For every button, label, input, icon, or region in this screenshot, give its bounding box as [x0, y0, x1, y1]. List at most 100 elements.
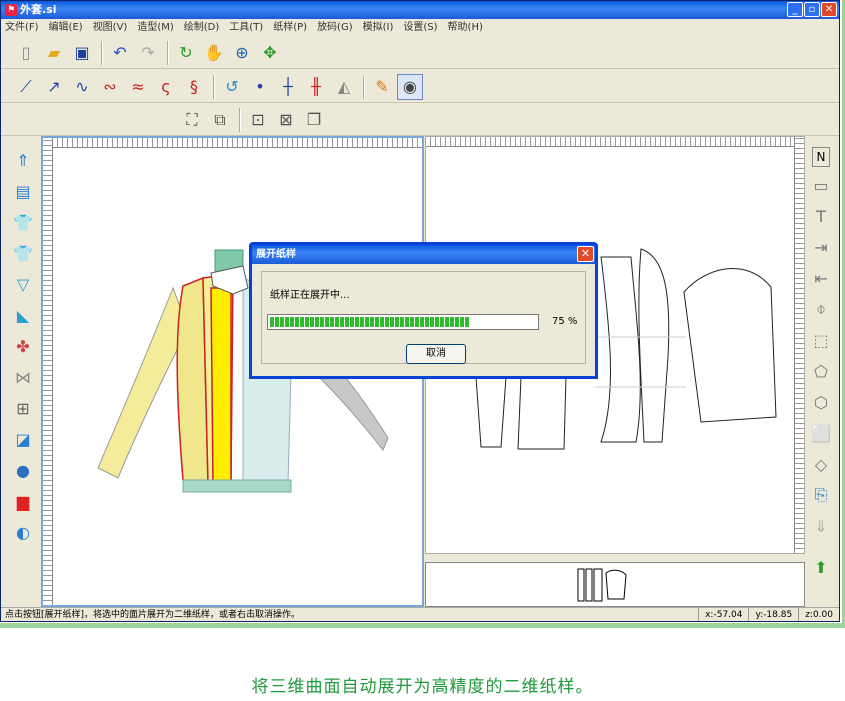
model-layers-icon[interactable]: ▤	[10, 178, 36, 204]
unfold-pattern-icon[interactable]: ⛶	[179, 107, 205, 133]
cut-curve-icon[interactable]: ς	[153, 74, 179, 100]
color-gradient-icon[interactable]: ▆	[10, 488, 36, 514]
texture-icon[interactable]: ◪	[10, 426, 36, 452]
cancel-button[interactable]: 取消	[406, 344, 466, 364]
toolbar-separator	[167, 40, 169, 65]
pattern-edit-icon[interactable]: ⊠	[273, 107, 299, 133]
mirror-icon[interactable]: ◭	[331, 74, 357, 100]
app-window: ⚑ 外套.si _ ▫ ✕ 文件(F) 编辑(E) 视图(V) 造型(M) 绘制…	[0, 0, 840, 622]
menu-view[interactable]: 视图(V)	[93, 19, 128, 37]
thumbnail-preview	[577, 568, 627, 602]
pattern-toolbar: ⛶ ⧉ ⊡ ⊠ ❐	[1, 104, 839, 136]
view-pattern-icon[interactable]: ◉	[397, 73, 423, 100]
garment-front-icon[interactable]: 👕	[10, 209, 36, 235]
menu-bar: 文件(F) 编辑(E) 视图(V) 造型(M) 绘制(D) 工具(T) 纸样(P…	[1, 19, 839, 37]
model-up-icon[interactable]: ⇑	[10, 147, 36, 173]
progress-fill	[270, 317, 470, 327]
menu-settings[interactable]: 设置(S)	[403, 19, 437, 37]
measure-left-icon[interactable]: ⇥	[808, 234, 834, 260]
open-folder-icon[interactable]: ▰	[41, 40, 67, 66]
select-panel-icon[interactable]: ⊞	[10, 395, 36, 421]
pattern-piece	[638, 248, 670, 443]
menu-model[interactable]: 造型(M)	[137, 19, 173, 37]
redo-icon[interactable]: ↷	[135, 40, 161, 66]
save-icon[interactable]: ▣	[69, 40, 95, 66]
pattern-copy-icon[interactable]: ❐	[301, 107, 327, 133]
progress-percent: 75 %	[552, 316, 578, 327]
status-bar: 点击按钮[展开纸样]，将选中的面片展开为二维纸样，或者右击取消操作。 x:-57…	[1, 607, 839, 621]
menu-help[interactable]: 帮助(H)	[448, 19, 483, 37]
rectangle-tool-icon[interactable]: ▭	[808, 172, 834, 198]
coord-z: z:0.00	[798, 608, 839, 621]
dotted-frame-icon[interactable]: ⬜	[808, 420, 834, 446]
point-tool-icon[interactable]: •	[247, 74, 273, 100]
main-toolbar: ▯ ▰ ▣ ↶ ↷ ↻ ✋ ⊕ ✥	[1, 37, 839, 69]
pencil-curve-icon[interactable]: ↺	[219, 74, 245, 100]
caption: 将三维曲面自动展开为高精度的二维纸样。	[251, 677, 594, 697]
garment-assembly-icon[interactable]: ✤	[10, 333, 36, 359]
text-tool-icon[interactable]: T	[808, 203, 834, 229]
arrow-down-icon[interactable]: ⇓	[808, 513, 834, 539]
pattern-check-icon[interactable]: ⊡	[245, 107, 271, 133]
menu-tools[interactable]: 工具(T)	[229, 19, 263, 37]
menu-file[interactable]: 文件(F)	[5, 19, 39, 37]
minimize-button[interactable]: _	[787, 2, 803, 17]
close-button[interactable]: ✕	[821, 2, 837, 17]
curve-adjust-icon[interactable]: ≈	[125, 74, 151, 100]
panel-icon[interactable]: ◣	[10, 302, 36, 328]
pattern-thumbnail-strip[interactable]	[425, 562, 805, 607]
toolbar-separator	[101, 40, 103, 65]
garment-back-icon[interactable]: 👕	[10, 240, 36, 266]
unfold-pattern-dialog: 展开纸样 ✕ 纸样正在展开中... 75 % 取消	[249, 242, 598, 379]
menu-pattern[interactable]: 纸样(P)	[273, 19, 307, 37]
symmetry-icon[interactable]: ⌽	[808, 296, 834, 322]
pattern-piece	[600, 256, 641, 443]
app-icon: ⚑	[5, 4, 17, 16]
pattern-piece	[517, 376, 567, 450]
curve-edit-icon[interactable]: ∾	[97, 74, 123, 100]
progress-bar	[267, 314, 539, 330]
pen-icon[interactable]: ✎	[369, 74, 395, 100]
screenshot-frame: ⚑ 外套.si _ ▫ ✕ 文件(F) 编辑(E) 视图(V) 造型(M) 绘制…	[0, 0, 845, 628]
vertical-line-icon[interactable]: ┼	[275, 74, 301, 100]
new-file-icon[interactable]: ▯	[13, 40, 39, 66]
half-shading-icon[interactable]: ◐	[10, 519, 36, 545]
undo-icon[interactable]: ↶	[107, 40, 133, 66]
menu-draw[interactable]: 绘制(D)	[184, 19, 220, 37]
curve-tool-icon[interactable]: ∿	[69, 74, 95, 100]
coord-x: x:-57.04	[698, 608, 748, 621]
measure-right-icon[interactable]: ⇤	[808, 265, 834, 291]
zoom-icon[interactable]: ⊕	[229, 40, 255, 66]
notch-tool-icon[interactable]: N	[812, 147, 830, 167]
pattern-rotate-icon[interactable]: ⬠	[808, 358, 834, 384]
export-pattern-icon[interactable]: ⎘	[808, 482, 834, 508]
pattern-move-icon[interactable]: ⧉	[207, 107, 233, 133]
dialog-close-button[interactable]: ✕	[577, 246, 594, 262]
parallel-line-icon[interactable]: ╫	[303, 74, 329, 100]
pattern-flip-icon[interactable]: ⬡	[808, 389, 834, 415]
arrow-up-icon[interactable]: ⬆	[808, 554, 834, 580]
sleeve-pattern	[683, 268, 777, 423]
arrow-line-tool-icon[interactable]: ↗	[41, 74, 67, 100]
fit-view-icon[interactable]: ✥	[257, 40, 283, 66]
line-tool-icon[interactable]: ⟋	[13, 74, 39, 100]
dialog-title: 展开纸样	[256, 249, 296, 260]
pan-hand-icon[interactable]: ✋	[201, 40, 227, 66]
garment-shape-icon[interactable]: ▽	[10, 271, 36, 297]
pattern-piece	[475, 376, 507, 448]
menu-edit[interactable]: 编辑(E)	[49, 19, 83, 37]
left-sleeve	[97, 286, 189, 479]
dialog-message: 纸样正在展开中...	[270, 290, 350, 301]
maximize-button[interactable]: ▫	[804, 2, 820, 17]
menu-grading[interactable]: 放码(G)	[317, 19, 353, 37]
left-toolbar: ⇑ ▤ 👕 👕 ▽ ◣ ✤ ⋈ ⊞ ◪ ● ▆ ◐	[7, 141, 41, 607]
split-curve-icon[interactable]: §	[181, 74, 207, 100]
frame-tool-icon[interactable]: ⬚	[808, 327, 834, 353]
sphere-shading-icon[interactable]: ●	[10, 457, 36, 483]
pattern-layer-icon[interactable]: ◇	[808, 451, 834, 477]
mesh-icon[interactable]: ⋈	[10, 364, 36, 390]
rotate-icon[interactable]: ↻	[173, 40, 199, 66]
menu-simulate[interactable]: 模拟(I)	[363, 19, 394, 37]
title-bar: ⚑ 外套.si _ ▫ ✕	[1, 1, 839, 19]
coord-y: y:-18.85	[748, 608, 798, 621]
